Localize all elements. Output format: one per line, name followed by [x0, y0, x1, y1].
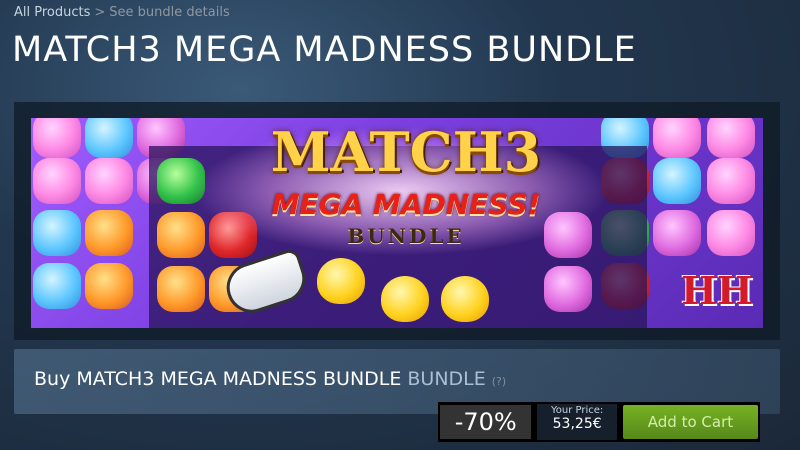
help-icon[interactable]: (?): [492, 375, 506, 388]
price-value: 53,25€: [552, 416, 602, 432]
tile-lion: [85, 210, 133, 256]
breadcrumb-separator: >: [94, 5, 106, 20]
page-title: MATCH3 MEGA MADNESS BUNDLE: [12, 30, 637, 70]
tile-octopus: [33, 263, 81, 309]
breadcrumb: All Products > See bundle details: [14, 5, 230, 20]
tile-chick: [441, 276, 489, 322]
tile-lion: [85, 263, 133, 309]
tile-lion: [157, 266, 205, 312]
logo-mega-madness: MEGA MADNESS!: [271, 188, 541, 221]
breadcrumb-all-products[interactable]: All Products: [14, 5, 90, 20]
tile-bunny: [707, 158, 755, 204]
buy-text: Buy MATCH3 MEGA MADNESS BUNDLE: [34, 368, 402, 390]
tile-octopus: [85, 118, 133, 158]
discount-badge: -70%: [440, 405, 532, 439]
tile-bunny: [707, 210, 755, 256]
buy-bundle-title: Buy MATCH3 MEGA MADNESS BUNDLE BUNDLE (?): [34, 368, 506, 390]
logo-match3: MATCH3: [270, 120, 542, 184]
price-area: -70% Your Price: 53,25€ Add to Cart: [438, 402, 760, 442]
tile-octopus: [33, 210, 81, 256]
tile-bunny: [653, 118, 701, 158]
tile-octopus: [653, 158, 701, 204]
breadcrumb-current[interactable]: See bundle details: [109, 5, 229, 20]
tile-rhino: [544, 266, 592, 312]
tile-bunny: [85, 158, 133, 204]
bundle-banner-image: MATCH3 MEGA MADNESS! BUNDLE HH: [31, 118, 763, 328]
publisher-logo: HH: [681, 268, 753, 313]
tile-bunny: [33, 158, 81, 204]
tile-chick: [381, 276, 429, 322]
tile-chick: [317, 258, 365, 304]
logo-bundle: BUNDLE: [347, 224, 465, 248]
price-label: Your Price:: [551, 405, 604, 416]
tile-rhino: [653, 210, 701, 256]
add-to-cart-button[interactable]: Add to Cart: [622, 405, 758, 439]
bundle-tag: BUNDLE: [407, 368, 486, 390]
tile-bunny: [707, 118, 755, 158]
tile-bunny: [33, 118, 81, 158]
discount-percent: -70%: [440, 405, 532, 439]
price-block: Your Price: 53,25€: [537, 404, 617, 440]
